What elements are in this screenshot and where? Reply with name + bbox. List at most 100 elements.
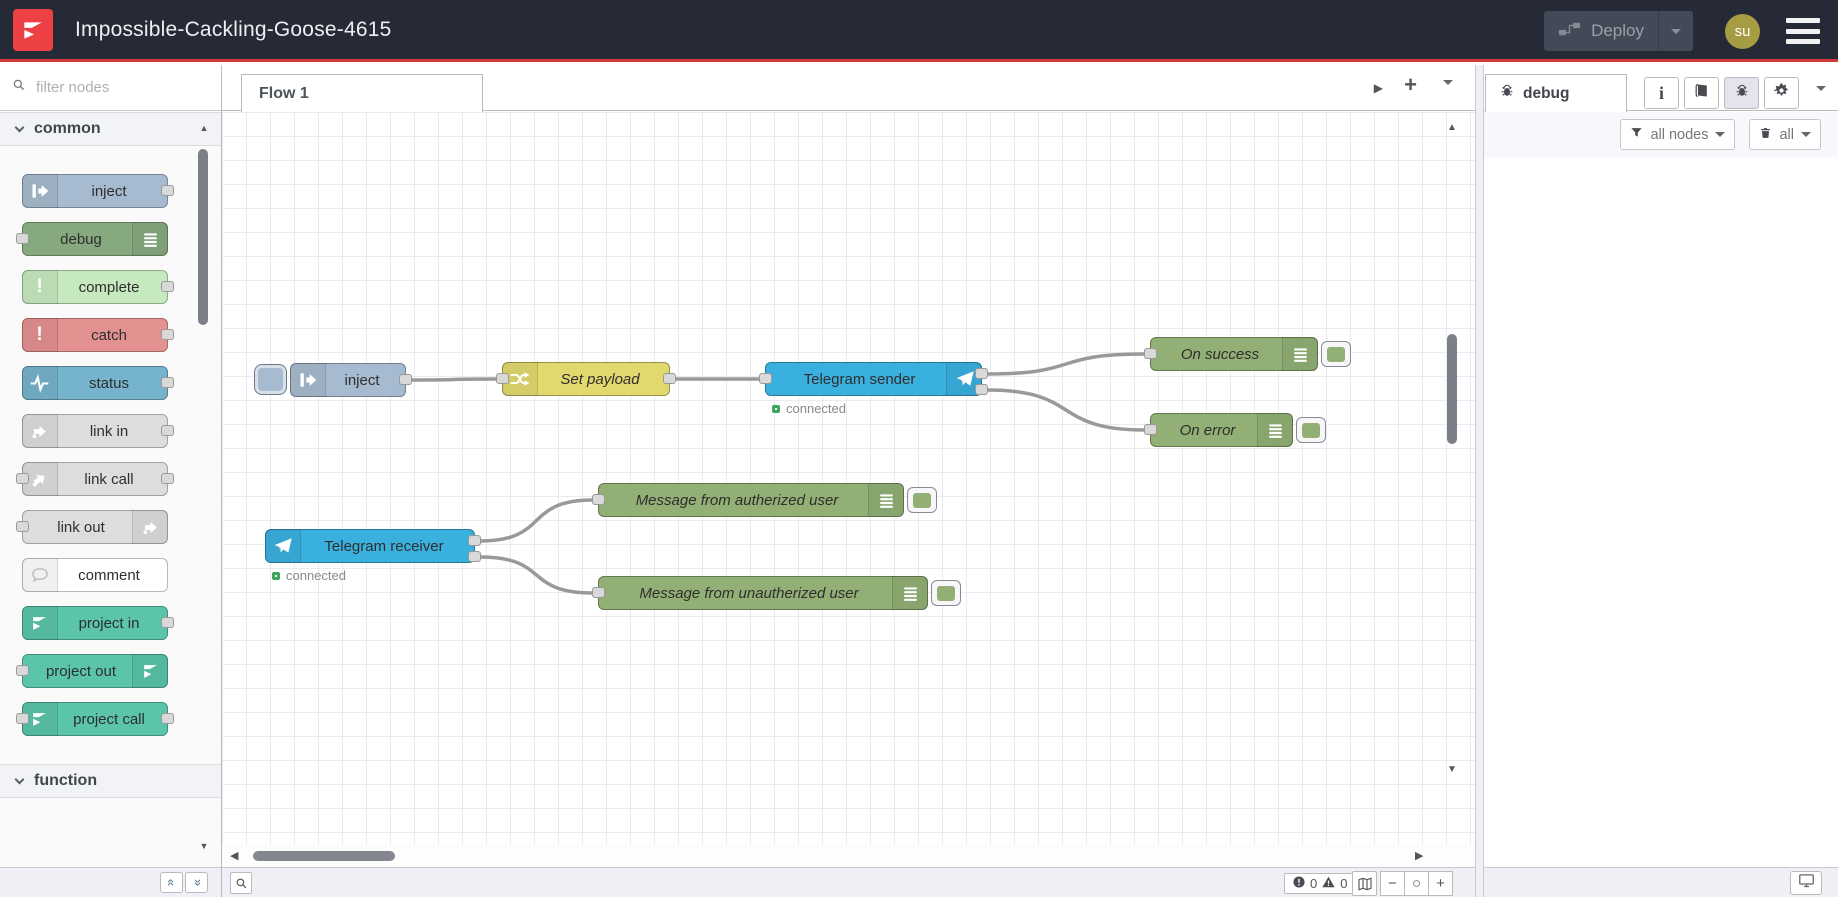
palette-node-project-out[interactable]: project out <box>16 654 168 688</box>
canvas-scroll-down-arrow[interactable]: ▼ <box>1444 764 1460 775</box>
palette-node-complete[interactable]: ! complete <box>22 270 174 304</box>
node-inject[interactable]: inject <box>254 363 412 397</box>
search-flows-button[interactable] <box>230 872 252 894</box>
output-port[interactable] <box>161 377 174 388</box>
notifications-badge[interactable]: 0 0 <box>1284 873 1356 894</box>
debug-clear-button[interactable]: all <box>1749 119 1821 150</box>
collapse-categories-button[interactable]: « <box>160 872 183 893</box>
input-port[interactable] <box>16 473 29 484</box>
canvas-hscrollbar-thumb[interactable] <box>253 851 395 861</box>
canvas-vscrollbar-thumb[interactable] <box>1447 334 1457 444</box>
node-on_error[interactable]: On error <box>1144 413 1326 447</box>
input-port[interactable] <box>16 521 29 532</box>
wire-telegram_receiver-to-msg_unauth[interactable] <box>479 555 594 595</box>
output-port[interactable] <box>468 551 481 562</box>
palette-node-inject[interactable]: inject <box>22 174 174 208</box>
palette-node-comment[interactable]: comment <box>22 558 168 592</box>
input-port[interactable] <box>592 494 605 505</box>
palette-node-link-out[interactable]: link out <box>16 510 168 544</box>
palette-node-link-in[interactable]: link in <box>22 414 174 448</box>
input-port[interactable] <box>16 665 29 676</box>
zoom-out-button[interactable]: − <box>1380 871 1405 896</box>
node-label: Message from autherized user <box>635 491 839 509</box>
canvas-hscrollbar[interactable]: ◀ ▶ <box>222 845 1475 867</box>
sidebar-splitter[interactable] <box>1475 65 1484 897</box>
output-port[interactable] <box>975 384 988 395</box>
debug-sidebar-button[interactable] <box>1724 77 1759 109</box>
palette-node-catch[interactable]: ! catch <box>22 318 174 352</box>
main-menu-button[interactable] <box>1786 18 1820 44</box>
output-port[interactable] <box>161 185 174 196</box>
output-port[interactable] <box>161 425 174 436</box>
palette-node-project-call[interactable]: project call <box>16 702 174 736</box>
output-port[interactable] <box>468 535 481 546</box>
info-sidebar-button[interactable]: i <box>1644 77 1679 109</box>
navigator-map-button[interactable] <box>1352 871 1377 896</box>
input-port[interactable] <box>1144 424 1157 435</box>
node-set_payload[interactable]: Set payload <box>496 362 676 396</box>
add-flow-button[interactable]: + <box>1404 72 1417 98</box>
deploy-button[interactable]: Deploy <box>1544 11 1693 51</box>
help-sidebar-button[interactable] <box>1684 77 1719 109</box>
input-port[interactable] <box>16 713 29 724</box>
canvas-scroll-up-arrow[interactable]: ▲ <box>1444 122 1460 133</box>
palette-scroll-down-arrow[interactable]: ▼ <box>196 841 212 851</box>
config-sidebar-button[interactable] <box>1764 77 1799 109</box>
sidebar-tabs-caret[interactable] <box>1816 86 1826 113</box>
output-port[interactable] <box>663 373 676 384</box>
open-debug-window-button[interactable] <box>1790 871 1822 895</box>
canvas-scroll-left-arrow[interactable]: ◀ <box>230 849 238 862</box>
user-avatar[interactable]: su <box>1725 13 1760 49</box>
palette-node-label: link in <box>89 422 129 440</box>
palette-scroll-up-arrow[interactable]: ▲ <box>196 123 212 133</box>
input-port[interactable] <box>592 587 605 598</box>
flow-list-caret[interactable] <box>1443 80 1453 104</box>
tab-debug[interactable]: debug <box>1485 74 1627 112</box>
input-port[interactable] <box>1144 348 1157 359</box>
debug-toggle-button[interactable] <box>1321 341 1351 367</box>
wire-telegram_sender-to-on_error[interactable] <box>986 388 1146 432</box>
palette-node-label: project out <box>45 662 117 680</box>
zoom-reset-button[interactable]: ○ <box>1404 871 1429 896</box>
tab-flow-1[interactable]: Flow 1 <box>241 74 483 112</box>
wire-telegram_sender-to-on_success[interactable] <box>986 352 1146 376</box>
node-msg_unauth[interactable]: Message from unautherized user <box>592 576 961 610</box>
output-port[interactable] <box>161 617 174 628</box>
palette-section-header-common[interactable]: common <box>0 112 221 146</box>
funnel-icon <box>1630 126 1643 143</box>
debug-toggle-button[interactable] <box>931 580 961 606</box>
flow-canvas[interactable]: ▲ ▼ inject Set payload Telegram sender conn… <box>222 112 1475 845</box>
next-tab-button[interactable]: ▶ <box>1374 81 1383 95</box>
wire-inject-to-set_payload[interactable] <box>410 377 498 382</box>
zoom-in-button[interactable]: + <box>1428 871 1453 896</box>
debug-filter-button[interactable]: all nodes <box>1620 119 1736 150</box>
node-on_success[interactable]: On success <box>1144 337 1351 371</box>
palette-node-status[interactable]: status <box>22 366 174 400</box>
output-port[interactable] <box>161 281 174 292</box>
output-port[interactable] <box>161 713 174 724</box>
output-port[interactable] <box>975 368 988 379</box>
palette-filter-input[interactable] <box>34 78 237 97</box>
debug-toggle-button[interactable] <box>907 487 937 513</box>
palette-node-project-in[interactable]: project in <box>22 606 174 640</box>
expand-categories-button[interactable]: « <box>185 872 208 893</box>
palette-scrollbar-thumb[interactable] <box>198 149 208 325</box>
inject-trigger-button[interactable] <box>254 364 287 395</box>
palette-section-header-function[interactable]: function <box>0 764 221 798</box>
input-port[interactable] <box>496 373 509 384</box>
node-msg_auth[interactable]: Message from autherized user <box>592 483 937 517</box>
deploy-label: Deploy <box>1591 21 1644 40</box>
debug-toggle-button[interactable] <box>1296 417 1326 443</box>
wire-telegram_receiver-to-msg_auth[interactable] <box>479 498 594 543</box>
canvas-scroll-right-arrow[interactable]: ▶ <box>1415 849 1423 862</box>
output-port[interactable] <box>399 374 412 385</box>
node-telegram_sender[interactable]: Telegram sender connected <box>759 362 988 416</box>
output-port[interactable] <box>161 473 174 484</box>
palette-node-debug[interactable]: debug <box>16 222 168 256</box>
node-telegram_receiver[interactable]: Telegram receiver connected <box>265 529 481 583</box>
deploy-options-caret[interactable] <box>1659 24 1693 39</box>
input-port[interactable] <box>759 373 772 384</box>
output-port[interactable] <box>161 329 174 340</box>
input-port[interactable] <box>16 233 29 244</box>
palette-node-link-call[interactable]: link call <box>16 462 174 496</box>
